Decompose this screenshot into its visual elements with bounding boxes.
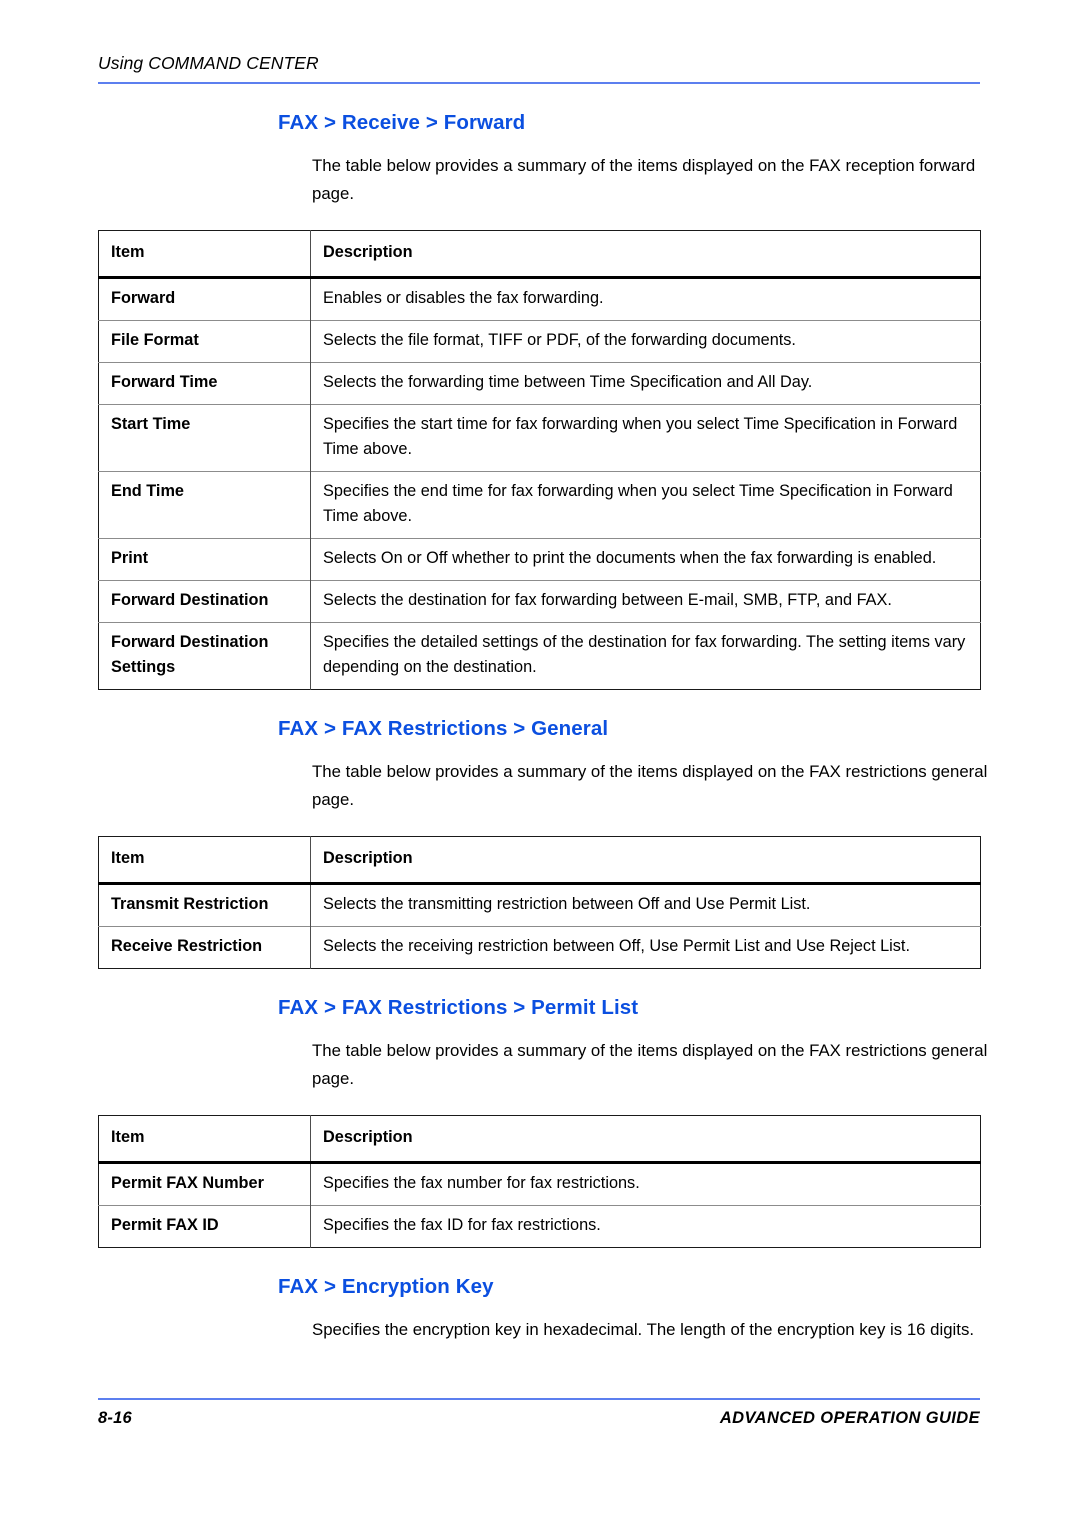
section-fax-receive-forward: FAX > Receive > Forward The table below … [0,110,1080,716]
cell-item: Permit FAX Number [98,1162,311,1206]
section-intro-text: Specifies the encryption key in hexadeci… [312,1320,974,1339]
section-heading: FAX > FAX Restrictions > General [278,717,609,740]
cell-description: Specifies the fax number for fax restric… [323,1174,640,1192]
cell-item: Forward Time [98,362,311,405]
column-header-description: Description [323,1128,413,1146]
section-intro-text: The table below provides a summary of th… [312,156,976,203]
cell-description: Selects the destination for fax forwardi… [323,591,892,609]
table-row: Forward Destination Selects the destinat… [98,580,981,623]
cell-description: Specifies the fax ID for fax restriction… [323,1216,601,1234]
items-table: Item Description Forward Enables or disa… [98,230,981,690]
cell-description: Selects the transmitting restriction bet… [323,895,811,913]
section-fax-restrictions-general: FAX > FAX Restrictions > General The tab… [0,716,1080,995]
page-footer: 8-16 ADVANCED OPERATION GUIDE [98,1398,980,1428]
cell-item: Receive Restriction [98,926,311,969]
page-content: FAX > Receive > Forward The table below … [0,110,1080,1344]
table-header-row: Item Description [98,230,981,278]
cell-description: Selects the receiving restriction betwee… [323,937,910,955]
cell-item: Forward [98,277,311,321]
cell-item: Start Time [98,404,311,472]
table-row: Permit FAX Number Specifies the fax numb… [98,1162,981,1206]
footer-divider [98,1398,980,1400]
footer-page-number: 8-16 [98,1409,132,1427]
running-header: Using COMMAND CENTER [98,52,980,84]
cell-item: Transmit Restriction [98,883,311,927]
table-header-row: Item Description [98,836,981,884]
section-fax-encryption-key: FAX > Encryption Key Specifies the encry… [0,1274,1080,1344]
section-heading: FAX > FAX Restrictions > Permit List [278,996,639,1019]
footer-row: 8-16 ADVANCED OPERATION GUIDE [98,1409,980,1428]
table-row: Forward Destination Settings Specifies t… [98,622,981,690]
column-header-description: Description [323,243,413,261]
table-row: Receive Restriction Selects the receivin… [98,926,981,969]
cell-description: Selects On or Off whether to print the d… [323,549,937,567]
cell-item: File Format [98,320,311,363]
cell-item: End Time [98,471,311,539]
running-header-text: Using COMMAND CENTER [98,53,319,73]
cell-description: Selects the file format, TIFF or PDF, of… [323,331,796,349]
cell-description: Specifies the start time for fax forward… [323,415,958,458]
cell-item: Permit FAX ID [98,1205,311,1248]
items-table: Item Description Transmit Restriction Se… [98,836,981,969]
column-header-item: Item [98,1115,311,1163]
section-intro-text: The table below provides a summary of th… [312,762,988,809]
section-heading: FAX > Encryption Key [278,1275,494,1298]
table-row: End Time Specifies the end time for fax … [98,471,981,539]
cell-description: Selects the forwarding time between Time… [323,373,813,391]
table-row: Forward Enables or disables the fax forw… [98,277,981,321]
cell-description: Specifies the detailed settings of the d… [323,633,966,676]
document-page: Using COMMAND CENTER FAX > Receive > For… [0,0,1080,1528]
cell-item: Forward Destination [98,580,311,623]
items-table: Item Description Permit FAX Number Speci… [98,1115,981,1248]
table-row: Start Time Specifies the start time for … [98,404,981,472]
table-row: File Format Selects the file format, TIF… [98,320,981,363]
column-header-description: Description [323,849,413,867]
table-row: Transmit Restriction Selects the transmi… [98,883,981,927]
column-header-item: Item [98,230,311,278]
section-fax-restrictions-permit-list: FAX > FAX Restrictions > Permit List The… [0,995,1080,1274]
cell-item: Print [98,538,311,581]
column-header-item: Item [98,836,311,884]
table-row: Forward Time Selects the forwarding time… [98,362,981,405]
table-row: Print Selects On or Off whether to print… [98,538,981,581]
cell-description: Specifies the end time for fax forwardin… [323,482,953,525]
cell-item: Forward Destination Settings [98,622,311,690]
table-header-row: Item Description [98,1115,981,1163]
table-row: Permit FAX ID Specifies the fax ID for f… [98,1205,981,1248]
header-divider [98,82,980,84]
section-heading: FAX > Receive > Forward [278,111,526,134]
cell-description: Enables or disables the fax forwarding. [323,289,604,307]
footer-guide-title: ADVANCED OPERATION GUIDE [719,1409,980,1427]
section-intro-text: The table below provides a summary of th… [312,1041,988,1088]
